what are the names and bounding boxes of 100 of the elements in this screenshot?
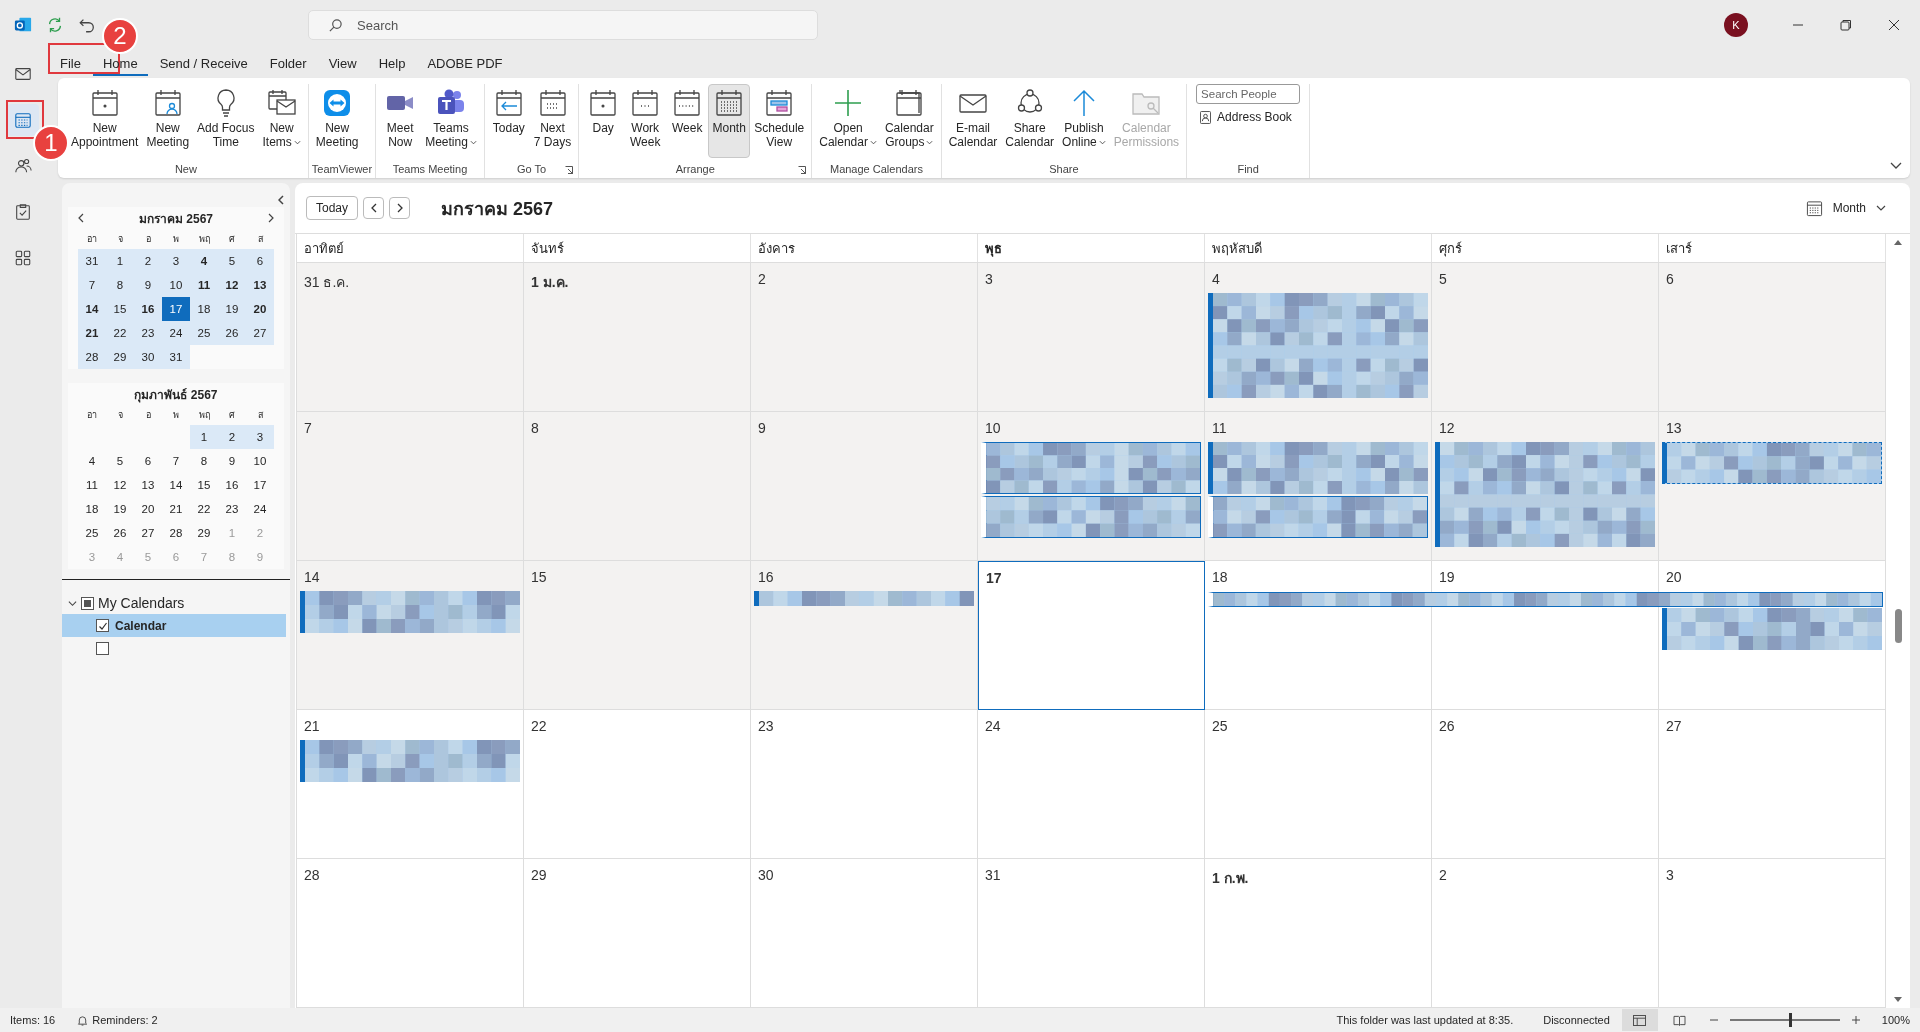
ribbon-button[interactable]: Share Calendar bbox=[1001, 84, 1059, 158]
date-cell[interactable]: 9 bbox=[134, 273, 162, 297]
date-cell[interactable]: 16 bbox=[134, 297, 162, 321]
day-cell[interactable]: 25 bbox=[1205, 710, 1432, 859]
ribbon-button[interactable]: Add Focus Time bbox=[193, 84, 259, 158]
date-cell[interactable]: 14 bbox=[162, 473, 190, 497]
date-cell[interactable]: 23 bbox=[134, 321, 162, 345]
ribbon-button[interactable]: Schedule View bbox=[750, 84, 809, 158]
date-cell[interactable]: 8 bbox=[190, 449, 218, 473]
date-cell[interactable]: 25 bbox=[78, 521, 106, 545]
day-cell[interactable]: 31 bbox=[978, 859, 1205, 1008]
date-cell[interactable]: 7 bbox=[78, 273, 106, 297]
people-nav-button[interactable] bbox=[14, 157, 32, 175]
calendar-event[interactable] bbox=[754, 591, 974, 606]
day-cell[interactable]: 1 ก.พ. bbox=[1205, 859, 1432, 1008]
date-cell[interactable]: 28 bbox=[162, 521, 190, 545]
date-cell[interactable]: 3 bbox=[162, 249, 190, 273]
day-cell[interactable]: 10 bbox=[978, 412, 1205, 561]
date-cell[interactable]: 9 bbox=[218, 449, 246, 473]
avatar[interactable]: K bbox=[1724, 13, 1748, 37]
date-cell[interactable]: 22 bbox=[190, 497, 218, 521]
ribbon-tab[interactable]: Folder bbox=[259, 52, 317, 76]
date-cell[interactable]: 8 bbox=[106, 273, 134, 297]
dialog-launcher-icon[interactable] bbox=[798, 166, 807, 174]
zoom-in-button[interactable] bbox=[1851, 1016, 1860, 1024]
date-cell[interactable]: 30 bbox=[134, 345, 162, 369]
day-cell[interactable]: 6 bbox=[1659, 263, 1886, 412]
ribbon-button[interactable]: Today bbox=[487, 84, 530, 158]
date-cell[interactable]: 31 bbox=[162, 345, 190, 369]
date-cell[interactable]: 3 bbox=[246, 425, 274, 449]
reminders-button[interactable]: Reminders: 2 bbox=[77, 1014, 158, 1026]
date-cell[interactable]: 2 bbox=[134, 249, 162, 273]
day-cell[interactable]: 28 bbox=[297, 859, 524, 1008]
day-cell[interactable]: 15 bbox=[524, 561, 751, 710]
scrollbar-thumb[interactable] bbox=[1894, 609, 1902, 643]
date-cell[interactable]: 4 bbox=[190, 249, 218, 273]
date-cell[interactable]: 19 bbox=[106, 497, 134, 521]
restore-icon[interactable] bbox=[1840, 19, 1852, 31]
calendar-nav-button[interactable] bbox=[7, 104, 39, 136]
ribbon-tab[interactable]: Send / Receive bbox=[149, 52, 258, 76]
date-cell[interactable]: 27 bbox=[246, 321, 274, 345]
day-cell[interactable]: 26 bbox=[1432, 710, 1659, 859]
sync-icon[interactable] bbox=[46, 16, 64, 34]
ribbon-button[interactable]: E-mail Calendar bbox=[944, 84, 1002, 158]
day-cell[interactable]: 5 bbox=[1432, 263, 1659, 412]
calendar-event[interactable] bbox=[1662, 442, 1882, 484]
ribbon-tab[interactable]: Help bbox=[368, 52, 416, 76]
chevron-down-icon[interactable] bbox=[68, 598, 77, 608]
calendar-event[interactable] bbox=[1435, 442, 1655, 547]
date-cell[interactable]: 6 bbox=[134, 449, 162, 473]
day-cell[interactable]: 2 bbox=[751, 263, 978, 412]
outlook-logo-icon[interactable] bbox=[14, 16, 32, 34]
day-cell[interactable]: 9 bbox=[751, 412, 978, 561]
ribbon-button[interactable]: Day bbox=[582, 84, 625, 158]
day-cell[interactable]: 30 bbox=[751, 859, 978, 1008]
calendar-event[interactable] bbox=[300, 591, 520, 633]
date-cell[interactable]: 11 bbox=[190, 273, 218, 297]
chevron-right-icon[interactable] bbox=[268, 213, 274, 223]
date-cell[interactable]: 2 bbox=[218, 425, 246, 449]
checkbox[interactable] bbox=[81, 596, 94, 610]
scroll-up-icon[interactable] bbox=[1894, 240, 1902, 245]
date-cell[interactable]: 20 bbox=[134, 497, 162, 521]
today-button[interactable]: Today bbox=[306, 196, 359, 220]
date-cell[interactable]: 11 bbox=[78, 473, 106, 497]
search-people-field[interactable]: Search People bbox=[1196, 84, 1301, 104]
calendar-event[interactable] bbox=[1662, 608, 1882, 650]
chevron-left-icon[interactable] bbox=[278, 195, 284, 205]
day-cell[interactable]: 3 bbox=[1659, 859, 1886, 1008]
date-cell[interactable]: 18 bbox=[190, 297, 218, 321]
date-cell[interactable]: 24 bbox=[162, 321, 190, 345]
ribbon-button[interactable]: Meet Now bbox=[379, 84, 422, 158]
ribbon-button[interactable]: Calendar Groups bbox=[880, 84, 938, 158]
day-cell[interactable]: 20 bbox=[1659, 561, 1886, 710]
date-cell[interactable]: 25 bbox=[190, 321, 218, 345]
calendar-list-item[interactable]: Calendar bbox=[62, 614, 286, 637]
ribbon-button[interactable]: New Meeting bbox=[142, 84, 194, 158]
day-cell[interactable]: 31 ธ.ค. bbox=[297, 263, 524, 412]
day-cell[interactable]: 22 bbox=[524, 710, 751, 859]
apps-nav-button[interactable] bbox=[14, 249, 32, 267]
search-field[interactable]: Search bbox=[308, 10, 818, 40]
date-cell[interactable]: 16 bbox=[218, 473, 246, 497]
day-cell[interactable]: 23 bbox=[751, 710, 978, 859]
dialog-launcher-icon[interactable] bbox=[565, 166, 574, 174]
ribbon-button[interactable]: Open Calendar bbox=[815, 84, 881, 158]
ribbon-tab[interactable]: File bbox=[50, 52, 91, 76]
date-cell[interactable]: 24 bbox=[246, 497, 274, 521]
date-cell[interactable]: 29 bbox=[190, 521, 218, 545]
day-cell[interactable]: 21 bbox=[297, 710, 524, 859]
date-cell[interactable]: 7 bbox=[162, 449, 190, 473]
address-book-button[interactable]: Address Book bbox=[1196, 108, 1301, 126]
date-cell[interactable]: 15 bbox=[106, 297, 134, 321]
date-cell[interactable]: 21 bbox=[162, 497, 190, 521]
checkbox[interactable] bbox=[96, 642, 109, 655]
checkbox[interactable] bbox=[96, 619, 109, 632]
scroll-down-icon[interactable] bbox=[1894, 997, 1902, 1002]
calendar-event[interactable] bbox=[1208, 592, 1883, 607]
date-cell[interactable]: 22 bbox=[106, 321, 134, 345]
date-cell[interactable]: 13 bbox=[246, 273, 274, 297]
ribbon-tab[interactable]: ADOBE PDF bbox=[417, 52, 513, 76]
date-cell[interactable]: 26 bbox=[218, 321, 246, 345]
